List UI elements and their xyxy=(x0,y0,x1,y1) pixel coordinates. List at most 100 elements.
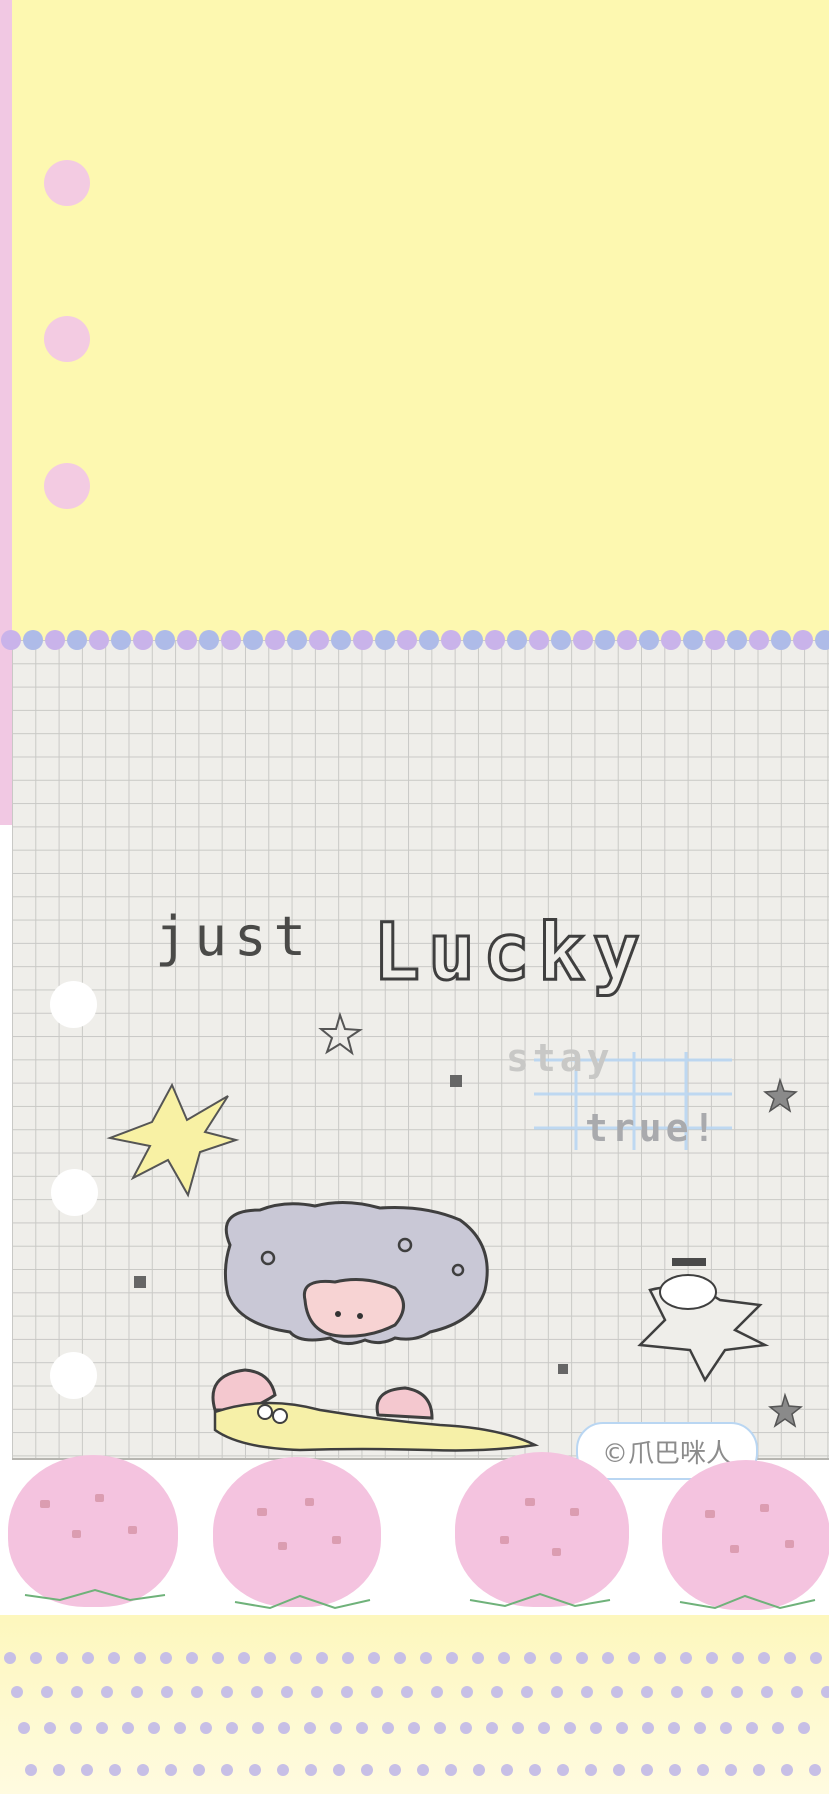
yellow-star-icon xyxy=(106,1082,240,1198)
sprinkle-dot xyxy=(186,1652,198,1664)
bead xyxy=(397,630,417,650)
sprinkle-dot xyxy=(460,1722,472,1734)
sprinkle-dot xyxy=(44,1722,56,1734)
sprinkle-dot xyxy=(401,1686,413,1698)
sprinkle-dot xyxy=(304,1722,316,1734)
sprinkle-dot xyxy=(701,1686,713,1698)
sprinkle-dot xyxy=(333,1764,345,1776)
sprinkle-dot xyxy=(41,1686,53,1698)
sprinkle-dot xyxy=(277,1764,289,1776)
bead xyxy=(771,630,791,650)
bead xyxy=(485,630,505,650)
sprinkle-dot xyxy=(382,1722,394,1734)
sprinkle-dot xyxy=(473,1764,485,1776)
sprinkle-dot xyxy=(461,1686,473,1698)
sprinkle-dot xyxy=(810,1652,822,1664)
sprinkle-dot xyxy=(753,1764,765,1776)
sprinkle-dot xyxy=(821,1686,829,1698)
sprinkle-dot xyxy=(101,1686,113,1698)
sprinkle-dot xyxy=(174,1722,186,1734)
sprinkle-dot xyxy=(550,1652,562,1664)
bead xyxy=(309,630,329,650)
bead xyxy=(551,630,571,650)
sprinkle-dot xyxy=(251,1686,263,1698)
bead xyxy=(595,630,615,650)
bead xyxy=(529,630,549,650)
sprinkle-dot xyxy=(18,1722,30,1734)
bead xyxy=(353,630,373,650)
sprinkle-dot xyxy=(165,1764,177,1776)
sprinkle-dot xyxy=(746,1722,758,1734)
sprinkle-dot xyxy=(446,1652,458,1664)
sprinkle-dot xyxy=(781,1764,793,1776)
sprinkle-dot xyxy=(96,1722,108,1734)
bead xyxy=(617,630,637,650)
sprinkle-dot xyxy=(486,1722,498,1734)
sprinkle-dot xyxy=(628,1652,640,1664)
yellow-paper xyxy=(0,0,829,640)
sprinkle-dot xyxy=(148,1722,160,1734)
binder-hole-top xyxy=(44,160,90,206)
sprinkle-dot xyxy=(161,1686,173,1698)
sprinkle-dot xyxy=(134,1652,146,1664)
sprinkle-dot xyxy=(641,1686,653,1698)
sprinkle-dot xyxy=(389,1764,401,1776)
bead xyxy=(375,630,395,650)
sprinkle-dot xyxy=(30,1652,42,1664)
doodle-layer xyxy=(106,1011,803,1452)
bead xyxy=(155,630,175,650)
pink-margin-strip xyxy=(0,0,12,825)
sprinkle-dot xyxy=(191,1686,203,1698)
bead xyxy=(419,630,439,650)
sprinkle-dot xyxy=(305,1764,317,1776)
sprinkle-dot xyxy=(725,1764,737,1776)
sprinkle-dot xyxy=(809,1764,821,1776)
sprinkle-dot xyxy=(290,1652,302,1664)
bead xyxy=(67,630,87,650)
sprinkle-dot xyxy=(491,1686,503,1698)
headline-word-just: just xyxy=(155,905,314,968)
bead xyxy=(463,630,483,650)
sprinkle-dot xyxy=(238,1652,250,1664)
sprinkle-dot xyxy=(668,1722,680,1734)
bead-trim xyxy=(1,630,829,650)
sprinkle-dot xyxy=(697,1764,709,1776)
sprinkle-dot xyxy=(417,1764,429,1776)
sprinkle-dot xyxy=(212,1652,224,1664)
sprinkle-dot xyxy=(538,1722,550,1734)
sprinkle-dot xyxy=(772,1722,784,1734)
sprinkle-dot xyxy=(472,1652,484,1664)
sprinkle-dot xyxy=(798,1722,810,1734)
sprinkle-dot xyxy=(394,1652,406,1664)
sprinkle-dot xyxy=(732,1652,744,1664)
paw-right xyxy=(375,1386,434,1420)
sprinkle-dot xyxy=(642,1722,654,1734)
sprinkle-dot xyxy=(316,1652,328,1664)
dot-mark xyxy=(558,1364,568,1374)
sprinkle-dot xyxy=(193,1764,205,1776)
sprinkle-dot xyxy=(524,1652,536,1664)
sprinkle-dot xyxy=(694,1722,706,1734)
sprinkle-dot xyxy=(137,1764,149,1776)
sprinkle-dot xyxy=(341,1686,353,1698)
sprinkle-dot xyxy=(281,1686,293,1698)
bead xyxy=(661,630,681,650)
sprinkle-dot xyxy=(671,1686,683,1698)
sprinkle-dot xyxy=(512,1722,524,1734)
sprinkle-dot xyxy=(654,1652,666,1664)
bead xyxy=(177,630,197,650)
small-star-icon xyxy=(763,1077,798,1113)
sprinkle-dot xyxy=(616,1722,628,1734)
bead xyxy=(89,630,109,650)
sprinkle-dot xyxy=(249,1764,261,1776)
bead xyxy=(507,630,527,650)
sprinkle-dot xyxy=(564,1722,576,1734)
sprinkle-dot xyxy=(356,1722,368,1734)
bead xyxy=(265,630,285,650)
sprinkle-dot xyxy=(557,1764,569,1776)
bead xyxy=(683,630,703,650)
sprinkle-dot xyxy=(551,1686,563,1698)
sprinkle-dot xyxy=(529,1764,541,1776)
sprinkle-dot xyxy=(56,1652,68,1664)
sprinkle-dot xyxy=(25,1764,37,1776)
